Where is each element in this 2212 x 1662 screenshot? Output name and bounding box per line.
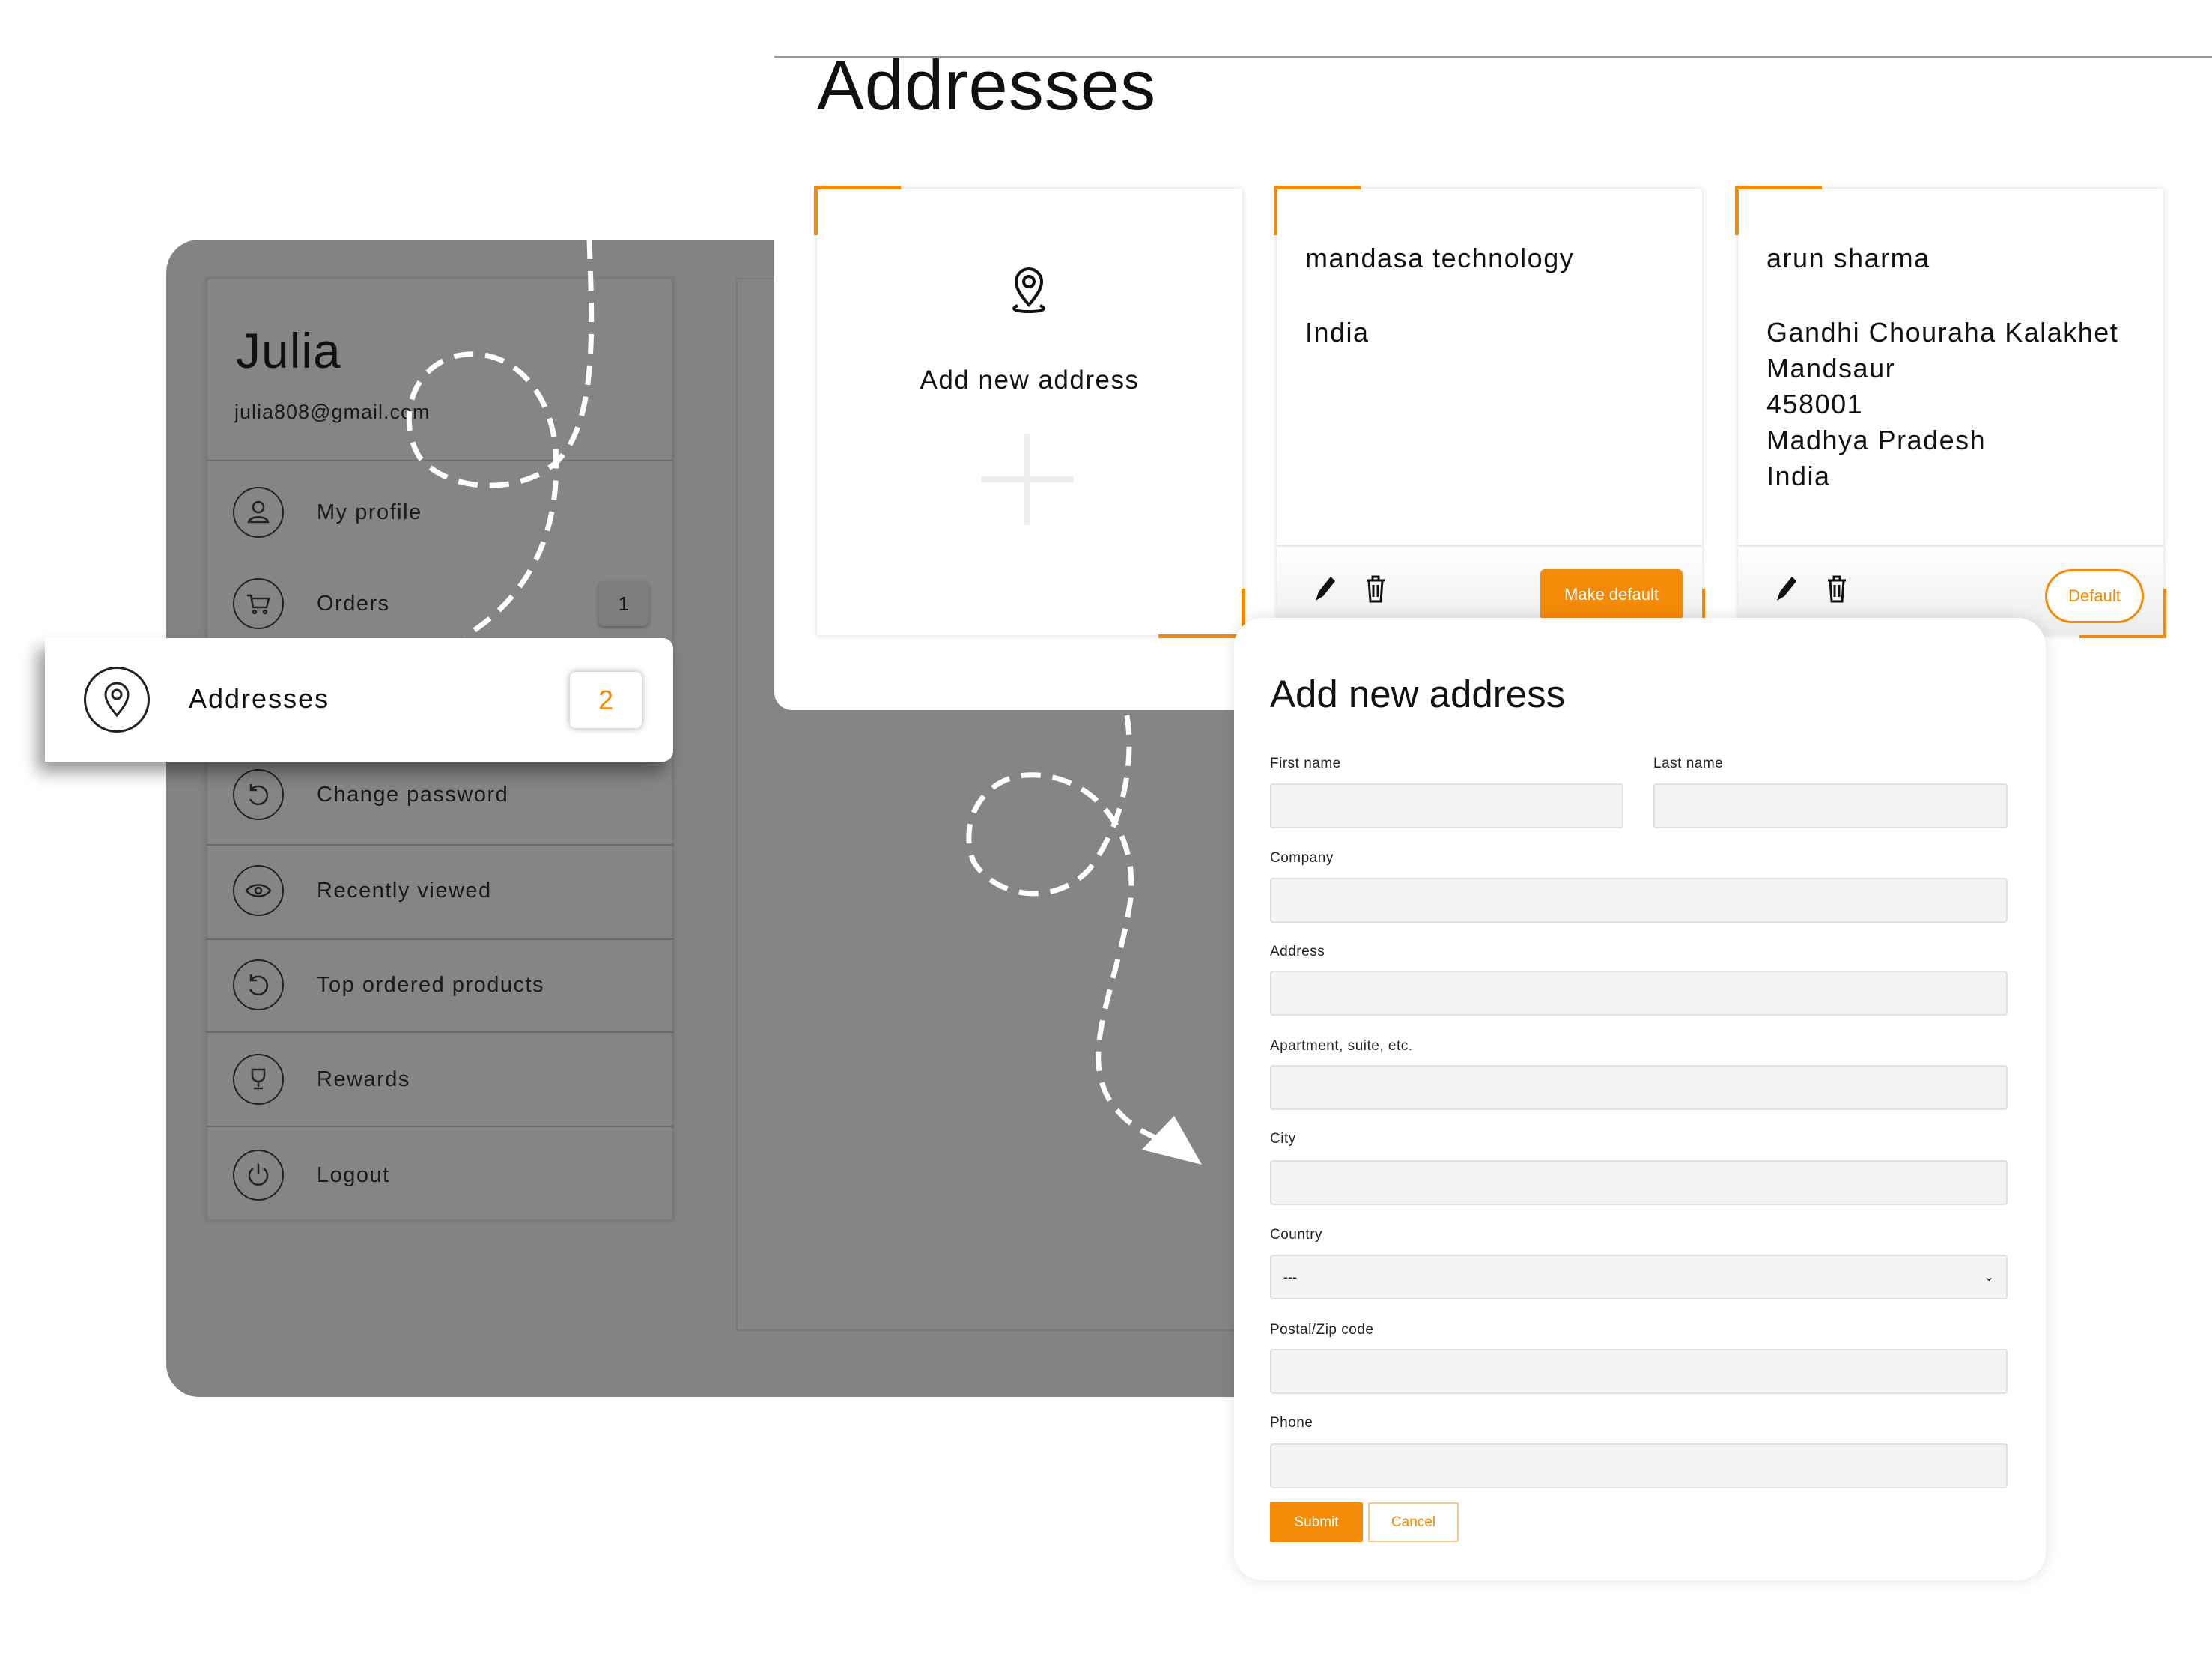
city-input[interactable]: [1270, 1160, 2008, 1205]
first-name-input[interactable]: [1270, 783, 1623, 828]
address-line: India: [1766, 461, 1831, 491]
address-name: mandasa technology: [1305, 243, 1575, 273]
last-name-label: Last name: [1653, 756, 1724, 771]
address-card: arun sharma Gandhi Chouraha Kalakhet Man…: [1735, 186, 2166, 638]
dashed-loop-path: [406, 239, 595, 640]
address-line: 458001: [1766, 389, 1864, 419]
card-corner-accent: [1735, 186, 1822, 235]
address-input[interactable]: [1270, 971, 2008, 1016]
company-label: Company: [1270, 850, 1334, 866]
address-card: mandasa technology India Make default: [1274, 186, 1705, 638]
plus-icon: [1024, 434, 1030, 525]
card-corner-accent: [1158, 589, 1245, 638]
first-name-label: First name: [1270, 756, 1341, 771]
address-line: Madhya Pradesh: [1766, 425, 1987, 455]
edit-icon[interactable]: [1310, 572, 1340, 605]
arrow-head-icon: [1142, 1116, 1202, 1165]
make-default-button[interactable]: Make default: [1540, 569, 1683, 620]
card-corner-accent: [814, 186, 901, 235]
card-corner-accent: [1274, 186, 1361, 235]
postal-input[interactable]: [1270, 1349, 2008, 1394]
address-name: arun sharma: [1766, 243, 1930, 273]
country-select-value: ---: [1283, 1269, 1297, 1285]
map-pin-icon: [84, 667, 150, 733]
address-line: Gandhi Chouraha Kalakhet: [1766, 317, 2119, 348]
address-label: Address: [1270, 944, 1325, 959]
submit-button[interactable]: Submit: [1270, 1502, 1363, 1542]
phone-input[interactable]: [1270, 1443, 2008, 1488]
last-name-input[interactable]: [1653, 783, 2008, 828]
add-address-form: Add new address First name Last name Com…: [1234, 618, 2046, 1580]
trash-icon[interactable]: [1822, 572, 1852, 605]
postal-label: Postal/Zip code: [1270, 1322, 1374, 1338]
apartment-input[interactable]: [1270, 1065, 2008, 1110]
address-lines: India: [1305, 315, 1370, 351]
form-title: Add new address: [1270, 673, 1566, 715]
edit-icon[interactable]: [1771, 572, 1801, 605]
phone-label: Phone: [1270, 1415, 1313, 1431]
chevron-down-icon: ⌄: [1984, 1271, 1994, 1284]
add-address-card[interactable]: Add new address: [814, 186, 1245, 638]
cancel-button[interactable]: Cancel: [1368, 1502, 1459, 1542]
country-label: Country: [1270, 1227, 1323, 1243]
sidebar-item-label: Addresses: [189, 683, 330, 714]
map-pin-icon: [1012, 267, 1045, 314]
dashed-loop-path: [966, 715, 1158, 1141]
address-line: India: [1305, 317, 1370, 348]
address-lines: Gandhi Chouraha Kalakhet Mandsaur 458001…: [1766, 315, 2118, 494]
addresses-count-badge: 2: [570, 672, 642, 728]
apartment-label: Apartment, suite, etc.: [1270, 1038, 1413, 1054]
sidebar-item-addresses[interactable]: Addresses 2: [45, 638, 673, 762]
company-input[interactable]: [1270, 878, 2008, 923]
default-badge-button[interactable]: Default: [2045, 569, 2144, 623]
city-label: City: [1270, 1131, 1296, 1147]
trash-icon[interactable]: [1361, 572, 1391, 605]
country-select[interactable]: --- ⌄: [1270, 1255, 2008, 1299]
address-line: Mandsaur: [1766, 353, 1896, 383]
add-address-label: Add new address: [920, 366, 1140, 395]
